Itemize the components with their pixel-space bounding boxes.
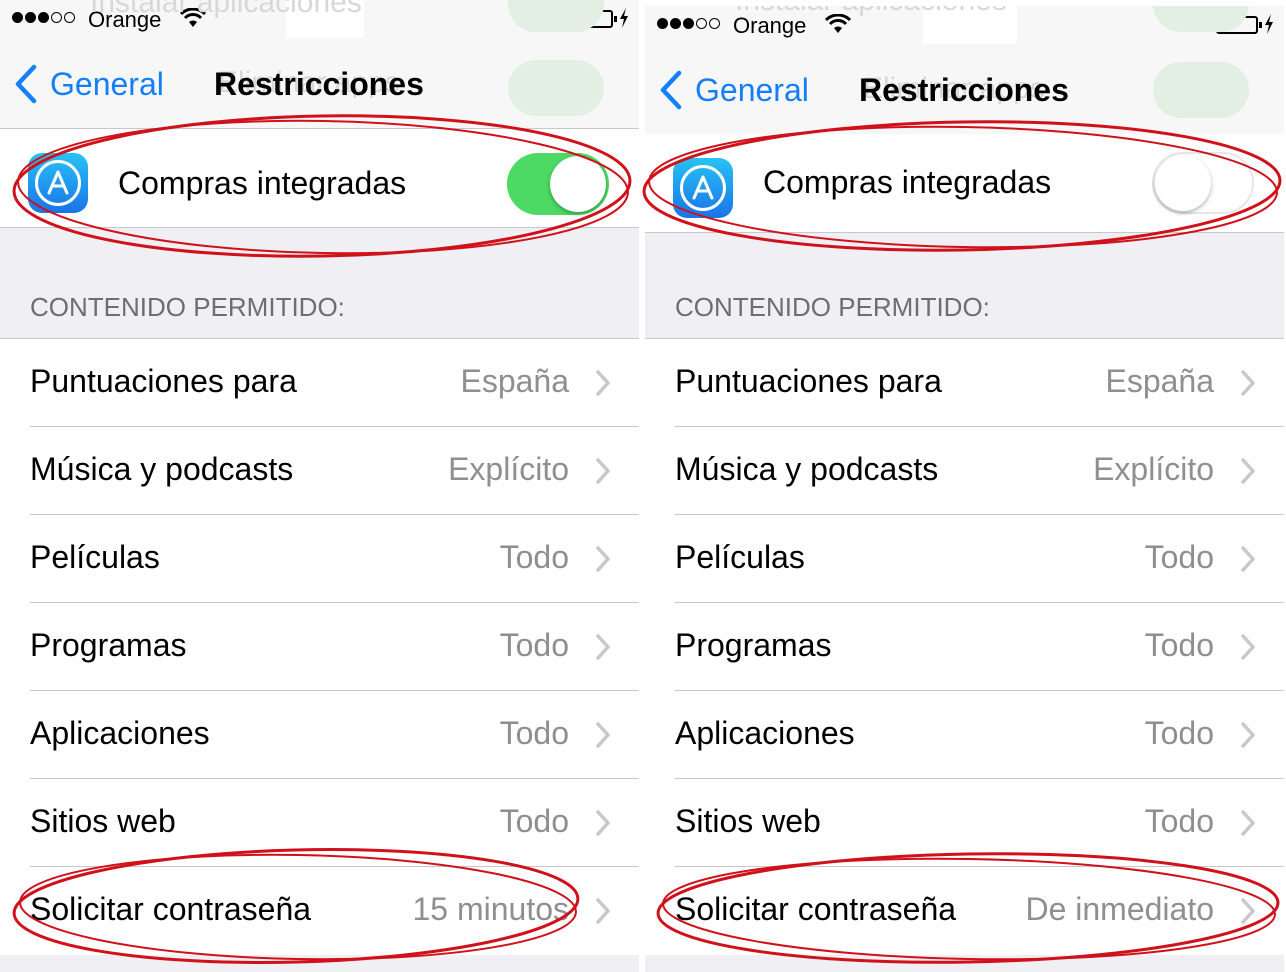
navigation-bar: Eliminar apps General Restricciones xyxy=(645,46,1284,135)
in-app-purchases-toggle[interactable] xyxy=(1152,152,1254,214)
chevron-right-icon xyxy=(1241,722,1255,748)
chevron-left-icon xyxy=(660,70,682,110)
app-store-icon xyxy=(673,158,733,218)
list-item-websites[interactable]: Sitios web Todo xyxy=(645,779,1284,867)
row-value: Todo xyxy=(1144,715,1214,751)
in-app-purchases-label: Compras integradas xyxy=(118,165,407,201)
page-title: Restricciones xyxy=(214,66,424,102)
app-store-icon xyxy=(28,153,88,213)
row-value: 15 minutos xyxy=(412,891,569,927)
settings-screen-left: Orange Instalar aplicaciones Eliminar ap… xyxy=(0,0,639,972)
row-value: Todo xyxy=(499,803,569,839)
back-button-label: General xyxy=(50,65,164,102)
in-app-purchases-row: Compras integradas xyxy=(0,129,639,228)
chevron-right-icon xyxy=(596,810,610,836)
list-item-websites[interactable]: Sitios web Todo xyxy=(0,779,639,867)
section-header: CONTENIDO PERMITIDO: xyxy=(675,292,990,322)
row-label: Música y podcasts xyxy=(30,451,294,487)
signal-strength-icon xyxy=(657,18,720,29)
row-value: Todo xyxy=(499,715,569,751)
row-value: España xyxy=(460,363,569,399)
row-value: Todo xyxy=(499,539,569,575)
row-label: Películas xyxy=(675,539,805,575)
row-label: Programas xyxy=(30,627,187,663)
ghost-row-label: Instalar aplicaciones xyxy=(90,0,362,19)
row-label: Programas xyxy=(675,627,832,663)
ghost-row-label: Instalar aplicaciones xyxy=(735,6,1007,18)
row-label: Aplicaciones xyxy=(675,715,855,751)
list-item-require-password[interactable]: Solicitar contraseña De inmediato xyxy=(645,867,1284,955)
section-header: CONTENIDO PERMITIDO: xyxy=(30,292,345,322)
back-button[interactable]: General xyxy=(14,64,164,104)
navigation-bar: Eliminar apps General Restricciones xyxy=(0,40,639,129)
back-button[interactable]: General xyxy=(659,70,809,110)
row-value: Todo xyxy=(499,627,569,663)
chevron-right-icon xyxy=(1241,546,1255,572)
ghost-toggle xyxy=(1153,6,1249,32)
page-title: Restricciones xyxy=(859,72,1069,108)
chevron-right-icon xyxy=(596,546,610,572)
list-item-apps[interactable]: Aplicaciones Todo xyxy=(645,691,1284,779)
charging-bolt-icon xyxy=(1265,14,1273,34)
back-button-label: General xyxy=(695,71,809,108)
row-value: De inmediato xyxy=(1025,891,1214,927)
list-item-music-podcasts[interactable]: Música y podcasts Explícito xyxy=(0,427,639,515)
list-item-apps[interactable]: Aplicaciones Todo xyxy=(0,691,639,779)
row-label: Música y podcasts xyxy=(675,451,939,487)
in-app-purchases-label: Compras integradas xyxy=(763,164,1052,200)
row-label: Puntuaciones para xyxy=(675,363,942,399)
list-item-music-podcasts[interactable]: Música y podcasts Explícito xyxy=(645,427,1284,515)
row-label: Puntuaciones para xyxy=(30,363,297,399)
row-value: Explícito xyxy=(1093,451,1214,487)
row-value: Todo xyxy=(1144,627,1214,663)
row-value: Explícito xyxy=(448,451,569,487)
list-item-movies[interactable]: Películas Todo xyxy=(645,515,1284,603)
ghost-toggle-2 xyxy=(508,60,604,116)
signal-strength-icon xyxy=(12,12,75,23)
chevron-right-icon xyxy=(596,370,610,396)
list-item-require-password[interactable]: Solicitar contraseña 15 minutos xyxy=(0,867,639,955)
chevron-right-icon xyxy=(1241,370,1255,396)
chevron-right-icon xyxy=(596,634,610,660)
settings-screen-right: Orange Instalar aplicaciones Eliminar ap… xyxy=(645,6,1284,972)
row-label: Aplicaciones xyxy=(30,715,210,751)
allowed-content-list: Puntuaciones para España Música y podcas… xyxy=(645,338,1284,955)
chevron-right-icon xyxy=(596,722,610,748)
chevron-right-icon xyxy=(1241,898,1255,924)
ghost-toggle-2 xyxy=(1153,62,1249,118)
list-item-ratings-region[interactable]: Puntuaciones para España xyxy=(645,339,1284,427)
row-label: Películas xyxy=(30,539,160,575)
allowed-content-list: Puntuaciones para España Música y podcas… xyxy=(0,338,639,955)
row-label: Sitios web xyxy=(675,803,821,839)
chevron-right-icon xyxy=(1241,810,1255,836)
in-app-purchases-toggle[interactable] xyxy=(507,153,609,215)
in-app-purchases-row: Compras integradas xyxy=(645,134,1284,233)
chevron-right-icon xyxy=(596,898,610,924)
chevron-right-icon xyxy=(1241,458,1255,484)
ghost-toggle xyxy=(508,0,604,32)
row-label: Solicitar contraseña xyxy=(675,891,957,927)
row-label: Solicitar contraseña xyxy=(30,891,312,927)
row-value: Todo xyxy=(1144,803,1214,839)
list-item-movies[interactable]: Películas Todo xyxy=(0,515,639,603)
list-item-tv-shows[interactable]: Programas Todo xyxy=(645,603,1284,691)
chevron-right-icon xyxy=(1241,634,1255,660)
chevron-left-icon xyxy=(15,64,37,104)
list-item-tv-shows[interactable]: Programas Todo xyxy=(0,603,639,691)
row-label: Sitios web xyxy=(30,803,176,839)
charging-bolt-icon xyxy=(620,8,628,28)
row-value: Todo xyxy=(1144,539,1214,575)
list-item-ratings-region[interactable]: Puntuaciones para España xyxy=(0,339,639,427)
chevron-right-icon xyxy=(596,458,610,484)
row-value: España xyxy=(1105,363,1214,399)
